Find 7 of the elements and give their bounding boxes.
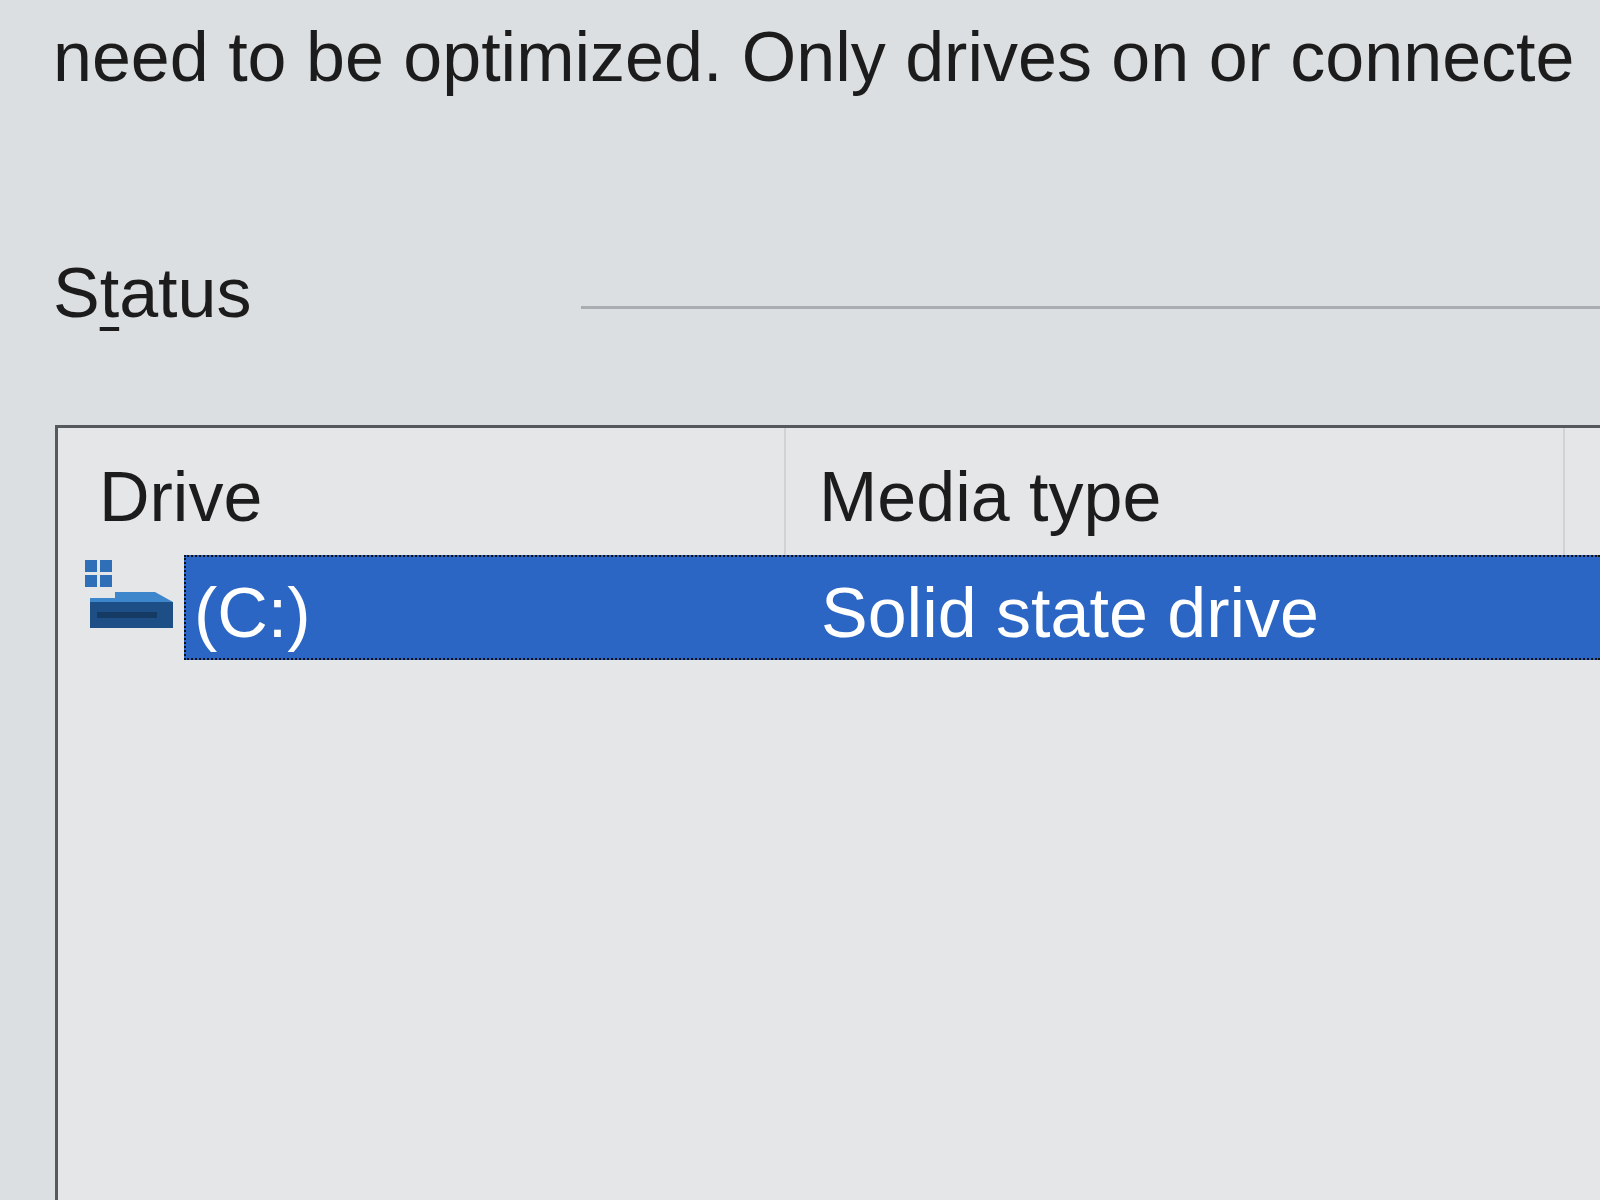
table-cell-text: (C:) xyxy=(193,573,312,654)
drive-icon xyxy=(85,560,173,628)
description-text: need to be optimized. Only drives on or connecte xyxy=(52,17,1575,98)
group-label: Status xyxy=(53,253,252,334)
table-cell-text: Solid state drive xyxy=(820,573,1320,654)
table-row[interactable]: (C:) Solid state drive xyxy=(184,555,1600,660)
drive-list[interactable]: Drive Media type (C:) Solid state drive xyxy=(55,425,1600,1200)
